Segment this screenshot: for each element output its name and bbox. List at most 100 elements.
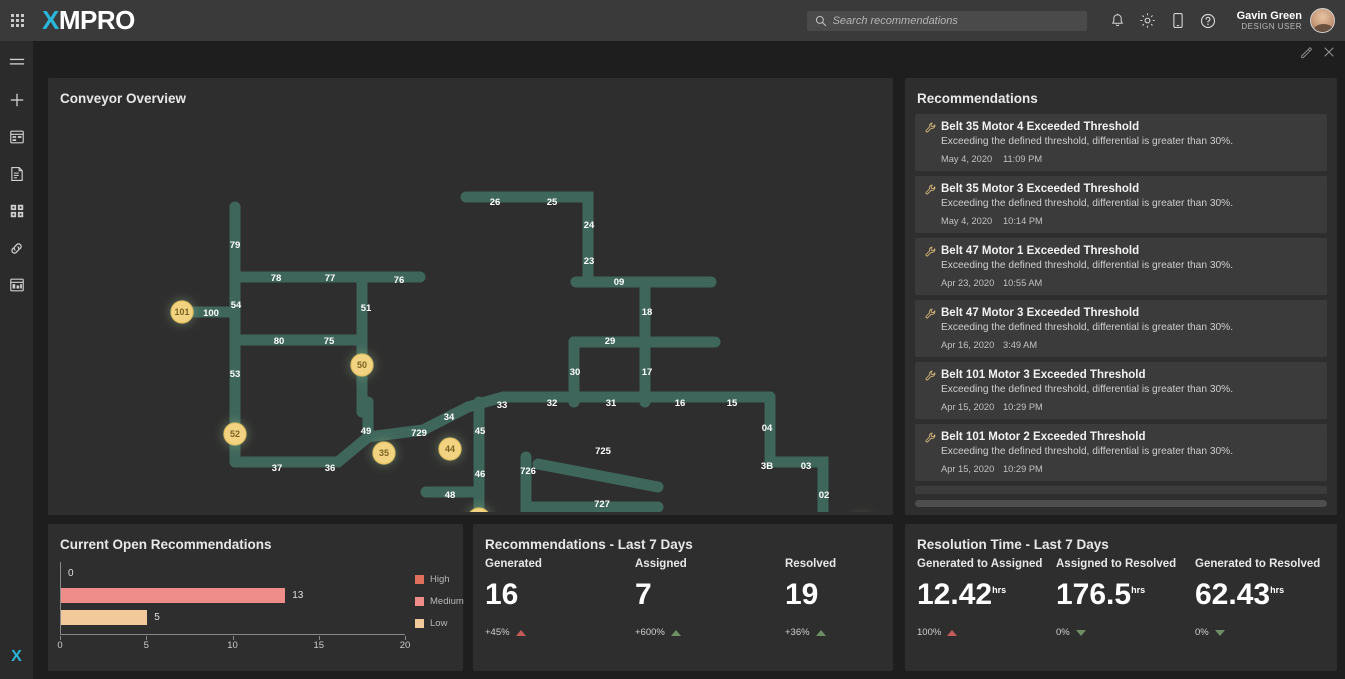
recommendation-date: Apr 23, 2020 bbox=[941, 278, 1003, 288]
user-role: DESIGN USER bbox=[1237, 22, 1302, 31]
svg-text:46: 46 bbox=[475, 469, 486, 480]
svg-text:80: 80 bbox=[274, 336, 285, 347]
sidebar-item-document[interactable] bbox=[0, 160, 33, 188]
sidebar-brand-mark[interactable]: X bbox=[0, 643, 33, 671]
sidebar-item-report[interactable] bbox=[0, 271, 33, 299]
recommendations-scrollbar[interactable] bbox=[915, 500, 1327, 507]
sidebar-item-dashboard[interactable] bbox=[0, 123, 33, 151]
recommendation-meta: Apr 15, 202010:29 PM bbox=[941, 464, 1317, 474]
sidebar-item-menu[interactable] bbox=[0, 49, 33, 77]
svg-text:36: 36 bbox=[325, 463, 336, 474]
svg-text:16: 16 bbox=[675, 398, 686, 409]
kpi-label: Assigned bbox=[635, 558, 785, 570]
chart-x-ticks: 05101520 bbox=[60, 636, 405, 652]
kpi-metric: Generated to Resolved62.43hrs0% bbox=[1195, 558, 1334, 638]
recommendations-scroll-thumb[interactable] bbox=[915, 500, 1327, 507]
kpi-label: Generated bbox=[485, 558, 635, 570]
open-recommendations-panel: Current Open Recommendations 0135 051015… bbox=[48, 524, 463, 671]
chart-legend[interactable]: High Medium Low bbox=[415, 574, 464, 640]
x-tick-label: 20 bbox=[400, 640, 411, 651]
user-menu[interactable]: Gavin Green DESIGN USER bbox=[1237, 8, 1335, 33]
svg-text:26: 26 bbox=[490, 197, 501, 208]
wrench-icon bbox=[925, 432, 936, 443]
open-recommendations-chart[interactable]: 0135 05101520 HighMediumLow bbox=[60, 562, 450, 662]
kpi-unit: hrs bbox=[992, 585, 1006, 595]
kpi-label: Generated to Resolved bbox=[1195, 558, 1334, 570]
resolution-time-metrics: Generated to Assigned12.42hrs100%Assigne… bbox=[917, 558, 1334, 638]
recommendation-date: May 4, 2020 bbox=[941, 216, 1003, 226]
pencil-icon bbox=[1300, 46, 1313, 59]
xmpro-logo[interactable]: XMPRO bbox=[42, 5, 135, 36]
recommendation-card[interactable]: Belt 35 Motor 3 Exceeded Threshold Exceed… bbox=[915, 176, 1327, 233]
recommendation-title: Belt 101 Motor 3 Exceeded Threshold bbox=[941, 369, 1146, 381]
recommendation-card-partial[interactable] bbox=[915, 486, 1327, 494]
svg-text:729: 729 bbox=[411, 428, 427, 439]
search-input[interactable]: Search recommendations bbox=[807, 11, 1087, 31]
help-button[interactable] bbox=[1193, 0, 1223, 41]
node-label-52: 52 bbox=[230, 429, 240, 439]
close-dashboard-button[interactable] bbox=[1323, 46, 1335, 58]
recommendation-card[interactable]: Belt 35 Motor 4 Exceeded ThresholdExceed… bbox=[915, 114, 1327, 171]
node-label-44: 44 bbox=[445, 444, 455, 454]
kpi-metric: Assigned to Resolved176.5hrs0% bbox=[1056, 558, 1195, 638]
recommendation-title: Belt 101 Motor 2 Exceeded Threshold bbox=[941, 431, 1146, 443]
bar-low[interactable] bbox=[61, 610, 147, 625]
svg-text:37: 37 bbox=[272, 463, 283, 474]
recommendations-list[interactable]: Belt 35 Motor 4 Exceeded ThresholdExceed… bbox=[915, 114, 1327, 494]
recommendation-description: Exceeding the defined threshold, differe… bbox=[941, 322, 1317, 333]
sidebar-item-link[interactable] bbox=[0, 234, 33, 262]
legend-item[interactable]: High bbox=[415, 574, 464, 585]
recommendation-header: Belt 35 Motor 3 Exceeded Threshold bbox=[925, 183, 1317, 195]
trend-up-icon bbox=[671, 630, 681, 636]
svg-text:54: 54 bbox=[231, 300, 242, 311]
trend-up-icon bbox=[947, 630, 957, 636]
trend-up-icon bbox=[516, 630, 526, 636]
svg-text:78: 78 bbox=[271, 273, 282, 284]
svg-text:100: 100 bbox=[203, 308, 219, 319]
bar-row[interactable]: 5 bbox=[61, 610, 406, 625]
conveyor-diagram[interactable]: 101 50 52 35 44 47 01 79 78 77 76 54 100… bbox=[48, 112, 893, 512]
svg-text:25: 25 bbox=[547, 197, 558, 208]
conveyor-overview-panel: Conveyor Overview bbox=[48, 78, 893, 515]
recommendation-date: Apr 15, 2020 bbox=[941, 402, 1003, 412]
legend-swatch bbox=[415, 619, 424, 628]
recommendation-title: Belt 35 Motor 3 Exceeded Threshold bbox=[941, 183, 1139, 195]
legend-item[interactable]: Medium bbox=[415, 596, 464, 607]
sidebar-item-add[interactable] bbox=[0, 86, 33, 114]
node-label-101: 101 bbox=[174, 307, 189, 317]
svg-text:18: 18 bbox=[642, 307, 653, 318]
legend-label: Medium bbox=[430, 596, 464, 607]
sidebar-item-apps[interactable] bbox=[0, 197, 33, 225]
notifications-button[interactable] bbox=[1103, 0, 1133, 41]
svg-text:51: 51 bbox=[361, 303, 372, 314]
kpi-delta: +600% bbox=[635, 627, 785, 638]
panel-title-recommendations: Recommendations bbox=[917, 91, 1038, 106]
mobile-button[interactable] bbox=[1163, 0, 1193, 41]
add-icon bbox=[9, 92, 25, 108]
recommendation-meta: Apr 15, 202010:29 PM bbox=[941, 402, 1317, 412]
avatar[interactable] bbox=[1310, 8, 1335, 33]
kpi-value: 176.5hrs bbox=[1056, 580, 1195, 610]
legend-label: Low bbox=[430, 618, 447, 629]
settings-button[interactable] bbox=[1133, 0, 1163, 41]
recommendation-meta: Apr 16, 20203:49 AM bbox=[941, 340, 1317, 350]
edit-dashboard-button[interactable] bbox=[1300, 46, 1313, 59]
recommendation-title: Belt 47 Motor 3 Exceeded Threshold bbox=[941, 307, 1139, 319]
bar-row[interactable]: 13 bbox=[61, 588, 406, 603]
kpi-delta: 0% bbox=[1056, 627, 1195, 638]
bell-icon bbox=[1110, 13, 1125, 29]
recommendation-card[interactable]: Belt 47 Motor 3 Exceeded Threshold Exceed… bbox=[915, 300, 1327, 357]
recommendation-time: 10:55 AM bbox=[1003, 278, 1042, 288]
wrench-icon bbox=[925, 370, 936, 381]
recommendations-panel: Recommendations Belt 35 Motor 4 Exceeded… bbox=[905, 78, 1337, 515]
recommendation-card[interactable]: Belt 101 Motor 3 Exceeded ThresholdExcee… bbox=[915, 362, 1327, 419]
recommendation-description: Exceeding the defined threshold, differe… bbox=[941, 198, 1317, 209]
x-logo-icon: X bbox=[11, 648, 22, 666]
recommendation-card[interactable]: Belt 47 Motor 1 Exceeded ThresholdExceed… bbox=[915, 238, 1327, 295]
bar-row[interactable]: 0 bbox=[61, 566, 406, 581]
kpi-value: 16 bbox=[485, 580, 635, 610]
legend-item[interactable]: Low bbox=[415, 618, 464, 629]
bar-medium[interactable] bbox=[61, 588, 285, 603]
apps-grid-button[interactable] bbox=[0, 14, 34, 27]
recommendation-card[interactable]: Belt 101 Motor 2 Exceeded ThresholdExcee… bbox=[915, 424, 1327, 481]
